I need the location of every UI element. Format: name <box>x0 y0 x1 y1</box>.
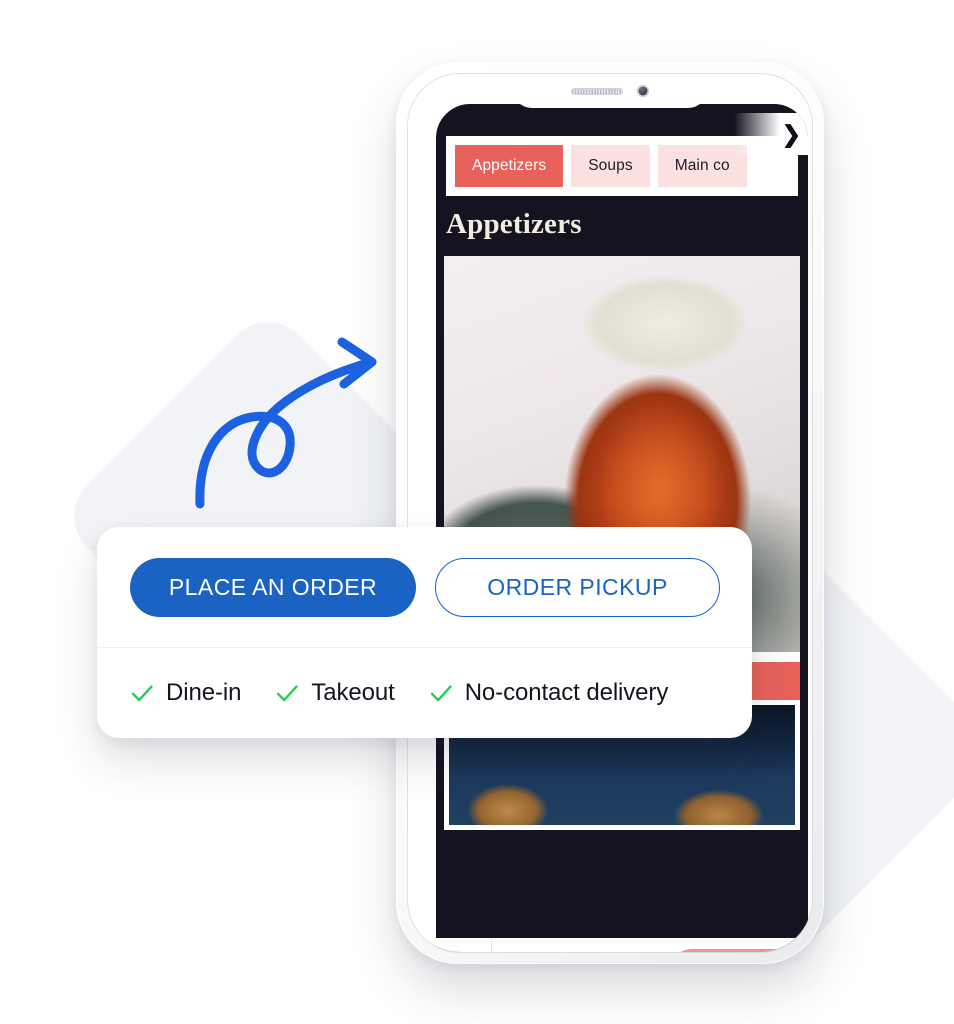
order-features-row: Dine-in Takeout No-contact delivery <box>97 648 752 737</box>
checkout-button[interactable]: Checkout ❯ <box>669 949 798 952</box>
front-camera-icon <box>637 85 649 97</box>
feature-dine-in: Dine-in <box>130 679 241 707</box>
order-options-card: PLACE AN ORDER ORDER PICKUP Dine-in Take… <box>97 527 752 738</box>
tab-main-courses-label: Main co <box>674 157 730 174</box>
check-icon <box>277 684 299 701</box>
tab-soups[interactable]: Soups <box>571 145 650 187</box>
tab-main-courses[interactable]: Main co <box>657 145 747 187</box>
chevron-right-icon[interactable]: ❯ <box>782 123 801 146</box>
order-actions-row: PLACE AN ORDER ORDER PICKUP <box>97 527 752 648</box>
page-title: Appetizers <box>446 208 582 240</box>
phone-notch <box>496 74 708 108</box>
phone-bezel: Appetizers Soups Main co ❯ Appetizers <box>408 74 812 952</box>
check-icon <box>430 684 452 701</box>
feature-no-contact-delivery: No-contact delivery <box>429 678 669 707</box>
tab-appetizers-label: Appetizers <box>472 157 547 174</box>
tab-appetizers[interactable]: Appetizers <box>455 145 564 187</box>
app-bottom-bar: $0.00 Checkout ❯ <box>436 938 808 952</box>
category-tab-strip[interactable]: Appetizers Soups Main co <box>446 136 798 196</box>
feature-dine-in-label: Dine-in <box>166 678 242 706</box>
place-an-order-button[interactable]: PLACE AN ORDER <box>130 557 416 617</box>
order-pickup-button[interactable]: ORDER PICKUP <box>435 557 720 617</box>
check-icon <box>131 684 153 701</box>
feature-no-contact-delivery-label: No-contact delivery <box>464 678 669 706</box>
phone-mockup: Appetizers Soups Main co ❯ Appetizers <box>396 62 824 964</box>
tab-soups-label: Soups <box>588 157 633 174</box>
feature-takeout-label: Takeout <box>311 678 395 706</box>
speaker-grill-icon <box>571 87 623 95</box>
hamburger-menu-icon[interactable] <box>436 938 492 952</box>
page-root: Appetizers Soups Main co ❯ Appetizers PL… <box>0 0 954 1024</box>
feature-takeout: Takeout <box>275 678 395 707</box>
